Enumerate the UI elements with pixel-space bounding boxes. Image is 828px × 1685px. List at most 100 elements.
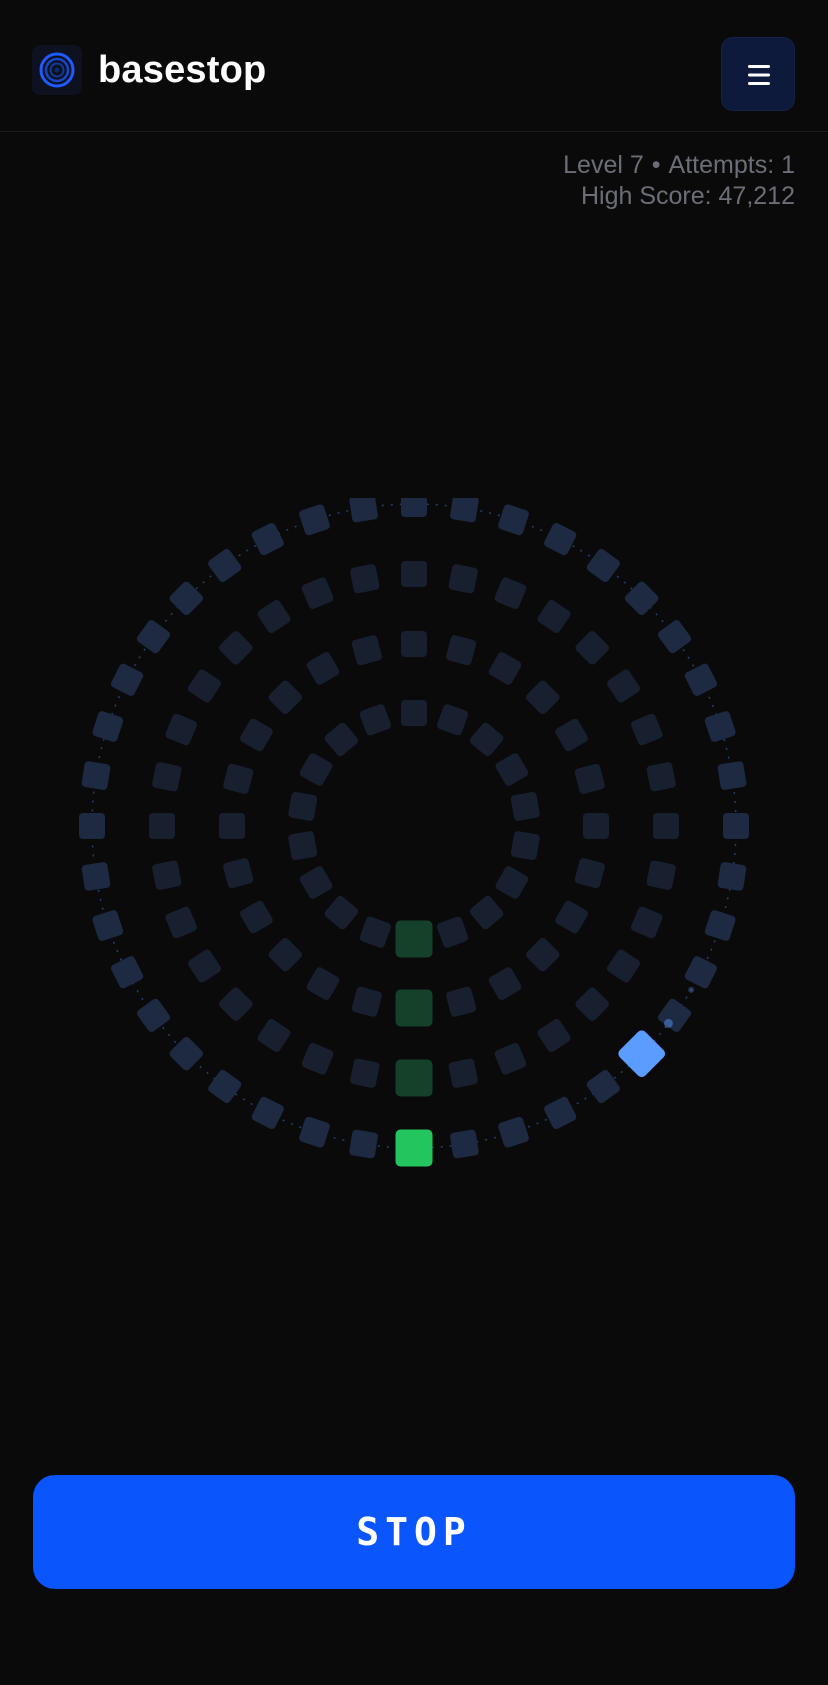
ring-tile <box>359 916 391 948</box>
ring-tile <box>349 493 378 523</box>
ring-tile <box>607 669 640 703</box>
ring-tile <box>657 620 692 654</box>
ring-tile <box>488 967 522 1000</box>
ring-tile <box>223 763 254 794</box>
ring-tile <box>495 753 529 786</box>
ring-tile <box>657 998 692 1032</box>
ring-tile <box>401 491 427 517</box>
ring-tile <box>251 522 284 556</box>
ring-tile <box>81 761 111 790</box>
ring-tile <box>152 762 182 792</box>
ring-tile <box>152 860 182 890</box>
cursor-diamond <box>618 1030 666 1078</box>
ring-tile <box>684 663 718 696</box>
ring-tile <box>257 1019 291 1052</box>
ring-tile <box>495 866 529 899</box>
ring-tile <box>575 987 609 1021</box>
ring-tile <box>555 718 588 752</box>
target-tile <box>395 920 433 958</box>
ring-tile <box>257 600 291 633</box>
ring-tile <box>324 722 359 757</box>
ring-tile <box>717 761 747 790</box>
ring-tile <box>223 858 254 889</box>
ring-tile <box>575 631 609 665</box>
game-stats: Level 7 • Attempts: 1 High Score: 47,212 <box>563 150 795 212</box>
ring-tile <box>92 910 124 941</box>
ring-tile <box>607 949 640 983</box>
ring-tile <box>92 711 124 742</box>
ring-tile <box>653 813 679 839</box>
stop-button[interactable]: STOP <box>33 1475 795 1589</box>
ring-tile <box>510 791 540 821</box>
app-title: basestop <box>98 49 267 91</box>
ring-tile <box>646 860 676 890</box>
stats-separator: • <box>651 151 661 179</box>
ring-tile <box>169 1036 204 1071</box>
ring-tile <box>574 858 605 889</box>
ring-board <box>79 491 749 1167</box>
ring-tile <box>437 704 469 736</box>
target-tile <box>395 1059 433 1097</box>
ring-tile <box>136 620 171 654</box>
ring-tile <box>525 680 560 715</box>
ring-tile <box>510 831 540 861</box>
ring-tile <box>219 987 253 1021</box>
ring-tile <box>631 713 663 746</box>
ring-tile <box>169 581 204 616</box>
hamburger-menu-icon <box>748 65 770 85</box>
ring-tile <box>301 1043 334 1075</box>
high-score-label: High Score: 47,212 <box>580 182 795 210</box>
ring-tile <box>494 1043 527 1075</box>
ring-tile <box>219 631 253 665</box>
ring-tile <box>110 663 144 696</box>
ring-tile <box>704 910 736 941</box>
ring-tile <box>165 906 197 939</box>
logo-icon <box>32 45 82 95</box>
ring-3 <box>219 631 609 1027</box>
ring-tile <box>165 713 197 746</box>
ring-tile <box>188 669 221 703</box>
ring-tile <box>324 895 359 930</box>
ring-tile <box>704 711 736 742</box>
ring-tile <box>251 1096 284 1130</box>
ring-tile <box>717 862 747 891</box>
ring-tile <box>624 581 659 616</box>
ring-tile <box>268 937 303 972</box>
ring-tile <box>81 862 111 891</box>
ring-tile <box>240 718 273 752</box>
ring-4 <box>288 700 540 958</box>
ring-tile <box>110 956 144 989</box>
ring-tile <box>498 1116 529 1148</box>
ring-tile <box>537 1019 571 1052</box>
menu-button[interactable] <box>721 37 795 111</box>
ring-tile <box>299 1116 330 1148</box>
ring-tile <box>586 548 620 583</box>
ring-tile <box>306 652 340 685</box>
ring-tile <box>469 722 504 757</box>
ring-tile <box>240 900 273 934</box>
ring-tile <box>208 1069 242 1104</box>
ring-tile <box>208 548 242 583</box>
ring-tile <box>544 522 577 556</box>
ring-tile <box>359 704 391 736</box>
ring-tile <box>299 753 333 786</box>
ring-tile <box>268 680 303 715</box>
ring-tile <box>351 986 382 1017</box>
ring-tile <box>299 866 333 899</box>
ring-tile <box>350 1058 380 1088</box>
ring-tile <box>401 561 427 587</box>
ring-tile <box>525 937 560 972</box>
ring-tile <box>498 504 529 536</box>
ring-tile <box>351 635 382 666</box>
ring-tile <box>446 986 477 1017</box>
game-board[interactable] <box>64 491 764 1198</box>
ring-tile <box>306 967 340 1000</box>
ring-tile <box>646 762 676 792</box>
ring-tile <box>537 600 571 633</box>
ring-tile <box>446 635 477 666</box>
ring-tile <box>469 895 504 930</box>
level-label: Level 7 <box>563 151 644 179</box>
ring-tile <box>401 631 427 657</box>
ring-tile <box>350 564 380 594</box>
ring-tile <box>437 916 469 948</box>
